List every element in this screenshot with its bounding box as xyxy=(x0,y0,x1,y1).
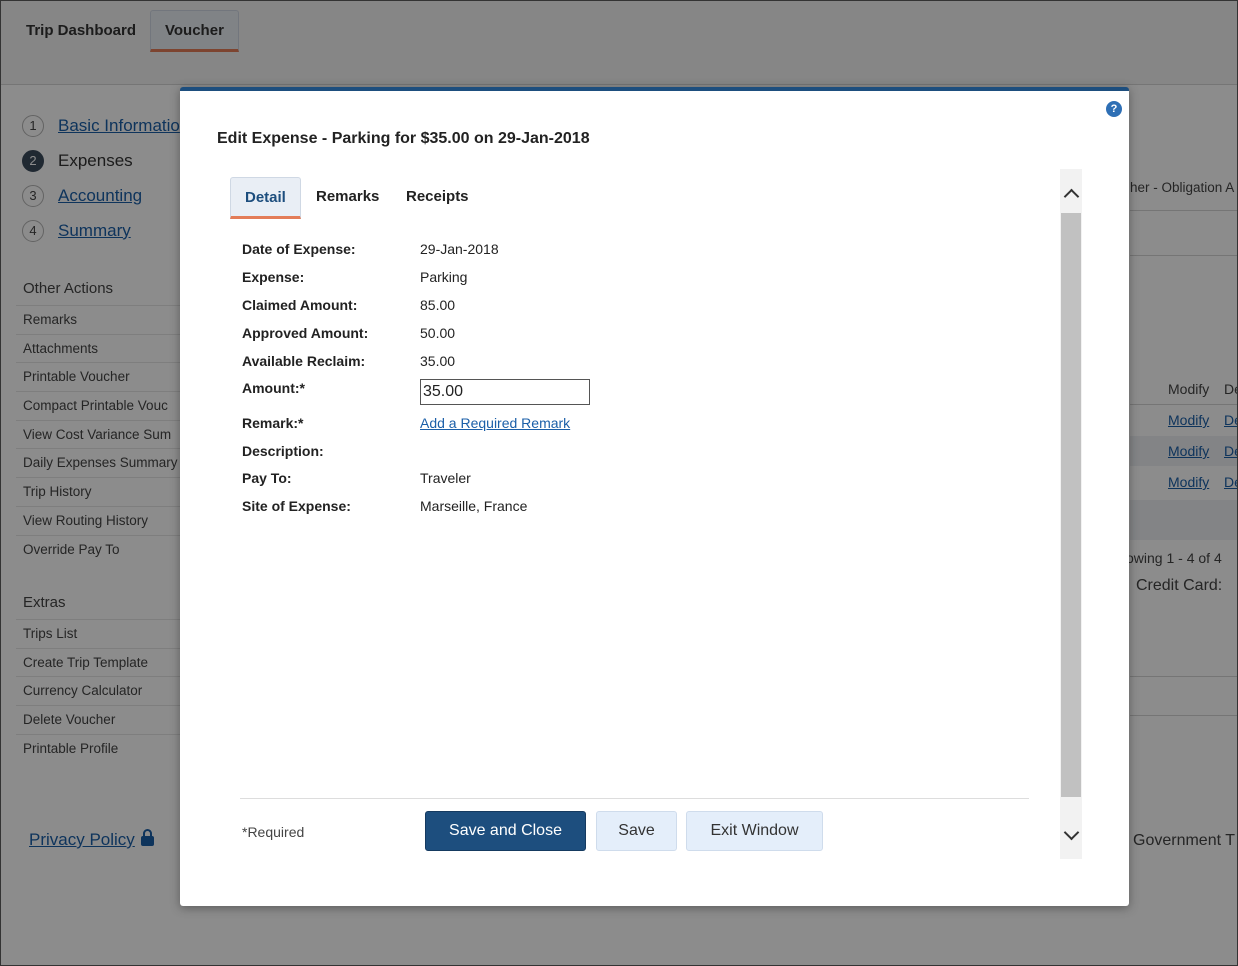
remark-label: Remark:* xyxy=(242,415,304,431)
amount-label: Amount:* xyxy=(242,380,305,396)
scroll-down-icon[interactable] xyxy=(1060,815,1082,851)
save-button[interactable]: Save xyxy=(596,811,677,851)
footer-divider xyxy=(240,798,1029,799)
pay-to-value: Traveler xyxy=(420,470,471,486)
tab-detail[interactable]: Detail xyxy=(230,177,301,219)
edit-expense-dialog: ? Edit Expense - Parking for $35.00 on 2… xyxy=(180,87,1129,906)
date-of-expense-label: Date of Expense: xyxy=(242,241,356,257)
save-and-close-button[interactable]: Save and Close xyxy=(425,811,586,851)
required-note: *Required xyxy=(242,824,305,840)
site-of-expense-value: Marseille, France xyxy=(420,498,528,514)
add-required-remark-link[interactable]: Add a Required Remark xyxy=(420,415,570,431)
help-icon[interactable]: ? xyxy=(1106,101,1122,117)
site-of-expense-label: Site of Expense: xyxy=(242,498,351,514)
expense-label: Expense: xyxy=(242,269,305,285)
description-label: Description: xyxy=(242,443,324,459)
amount-input[interactable] xyxy=(420,379,590,405)
dialog-title: Edit Expense - Parking for $35.00 on 29-… xyxy=(217,130,590,147)
tab-receipts[interactable]: Receipts xyxy=(392,177,483,217)
scroll-thumb[interactable] xyxy=(1061,213,1081,797)
available-reclaim-value: 35.00 xyxy=(420,353,456,369)
dialog-scrollbar[interactable] xyxy=(1060,169,1082,859)
claimed-amount-value: 85.00 xyxy=(420,297,456,313)
pay-to-label: Pay To: xyxy=(242,470,292,486)
approved-amount-value: 50.00 xyxy=(420,325,456,341)
claimed-amount-label: Claimed Amount: xyxy=(242,297,358,313)
approved-amount-label: Approved Amount: xyxy=(242,325,369,341)
expense-value: Parking xyxy=(420,269,468,285)
available-reclaim-label: Available Reclaim: xyxy=(242,353,366,369)
date-of-expense-value: 29-Jan-2018 xyxy=(420,241,499,257)
tab-remarks[interactable]: Remarks xyxy=(302,177,393,217)
exit-window-button[interactable]: Exit Window xyxy=(686,811,823,851)
scroll-up-icon[interactable] xyxy=(1060,179,1082,215)
